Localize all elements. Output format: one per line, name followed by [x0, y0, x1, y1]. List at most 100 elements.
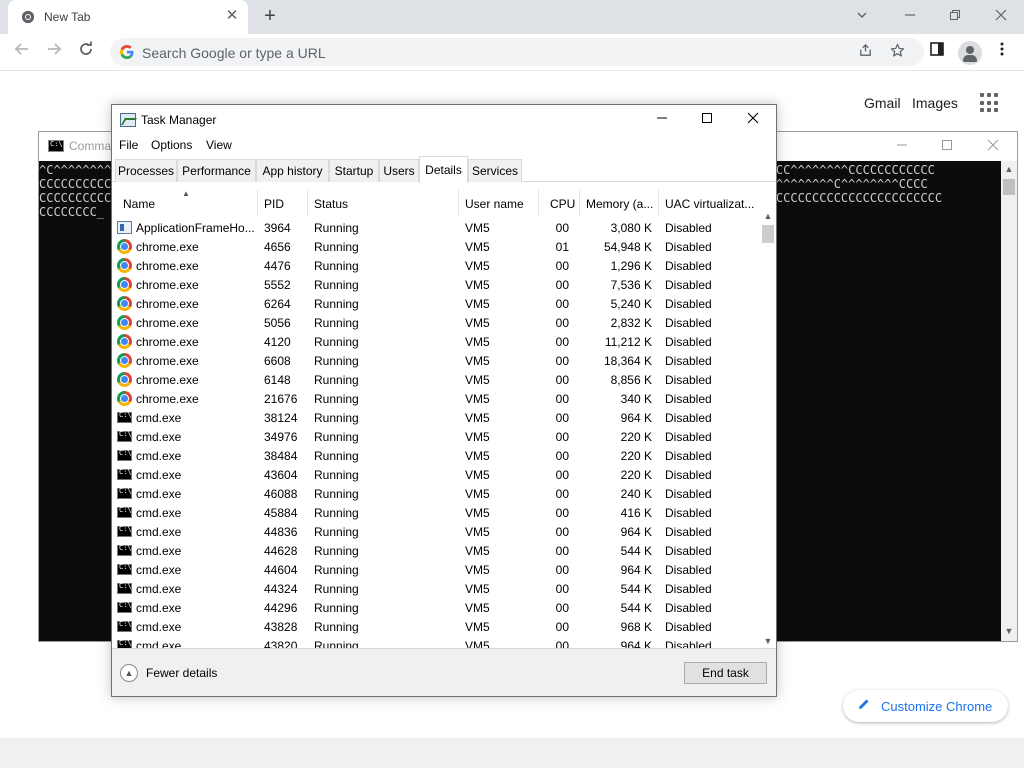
table-row[interactable]: chrome.exe 6608 Running VM5 00 18,364 K Disabl… — [112, 351, 760, 370]
fewer-details-link[interactable]: Fewer details — [146, 666, 217, 680]
table-row[interactable]: chrome.exe 4476 Running VM5 00 1,296 K Disable… — [112, 256, 760, 275]
table-row[interactable]: cmd.exe 38484 Running VM5 00 220 K Disabled — [112, 446, 760, 465]
table-row[interactable]: chrome.exe 5552 Running VM5 00 7,536 K Disable… — [112, 275, 760, 294]
close-icon[interactable] — [991, 6, 1011, 26]
table-row[interactable]: cmd.exe 44628 Running VM5 00 544 K Disabled — [112, 541, 760, 560]
column-status[interactable]: Status — [314, 197, 454, 211]
cmd-scrollbar[interactable]: ▲ ▼ — [1001, 161, 1017, 641]
omnibox-placeholder[interactable]: Search Google or type a URL — [142, 45, 326, 61]
column-name[interactable]: Name — [123, 197, 253, 211]
tm-scroll-thumb[interactable] — [762, 225, 774, 243]
column-memory[interactable]: Memory (a... — [586, 197, 658, 211]
tab-processes[interactable]: Processes — [115, 159, 177, 182]
back-icon[interactable] — [11, 41, 33, 63]
cmd-minimize-icon[interactable] — [892, 136, 912, 156]
cell-status: Running — [314, 335, 359, 349]
cell-cpu: 00 — [555, 449, 569, 463]
menu-file[interactable]: File — [119, 138, 138, 152]
tab-services[interactable]: Services — [468, 159, 522, 182]
column-user-name[interactable]: User name — [465, 197, 535, 211]
column-divider[interactable] — [579, 190, 580, 216]
tab-close-icon[interactable]: ✕ — [224, 8, 240, 24]
share-icon[interactable] — [856, 43, 874, 61]
tab-details[interactable]: Details — [419, 156, 468, 183]
tm-close-icon[interactable] — [742, 110, 764, 130]
scroll-up-arrow-icon[interactable]: ▲ — [1001, 161, 1017, 178]
tm-maximize-icon[interactable] — [696, 110, 718, 130]
cell-status: Running — [314, 506, 359, 520]
table-row[interactable]: cmd.exe 44324 Running VM5 00 544 K Disabled — [112, 579, 760, 598]
table-row[interactable]: chrome.exe 6264 Running VM5 00 5,240 K Disable… — [112, 294, 760, 313]
task-manager-window[interactable]: Task Manager File Options View Processes… — [111, 104, 777, 697]
cell-memory: 964 K — [620, 639, 652, 648]
table-row[interactable]: chrome.exe 5056 Running VM5 00 2,832 K Disable… — [112, 313, 760, 332]
table-row[interactable]: chrome.exe 4656 Running VM5 01 54,948 K Disabl… — [112, 237, 760, 256]
table-row[interactable]: cmd.exe 43820 Running VM5 00 964 K Disabled — [112, 636, 760, 648]
end-task-button[interactable]: End task — [684, 662, 767, 684]
tm-titlebar[interactable]: Task Manager — [112, 105, 776, 135]
table-row[interactable]: cmd.exe 38124 Running VM5 00 964 K Disabled — [112, 408, 760, 427]
column-uac-virtualization[interactable]: UAC virtualizat... — [665, 197, 759, 211]
tab-search-chevron-icon[interactable] — [852, 6, 872, 26]
cell-name: cmd.exe — [136, 506, 182, 520]
table-row[interactable]: cmd.exe 34976 Running VM5 00 220 K Disabled — [112, 427, 760, 446]
restore-icon[interactable] — [945, 6, 965, 26]
cmd-icon — [48, 140, 64, 152]
minimize-icon[interactable] — [900, 6, 920, 26]
menu-view[interactable]: View — [206, 138, 232, 152]
table-row[interactable]: chrome.exe 21676 Running VM5 00 340 K Disabled — [112, 389, 760, 408]
table-row[interactable]: cmd.exe 45884 Running VM5 00 416 K Disabled — [112, 503, 760, 522]
table-row[interactable]: cmd.exe 44604 Running VM5 00 964 K Disabled — [112, 560, 760, 579]
new-tab-button[interactable]: + — [260, 6, 280, 26]
cell-uac: Disabled — [665, 449, 712, 463]
cell-cpu: 00 — [555, 392, 569, 406]
cmd-close-icon[interactable] — [983, 136, 1003, 156]
cell-memory: 240 K — [620, 487, 652, 501]
scroll-down-arrow-icon[interactable]: ▼ — [760, 633, 776, 649]
tab-new-tab[interactable]: New Tab ✕ — [8, 0, 248, 34]
google-apps-icon[interactable] — [980, 93, 1000, 113]
side-panel-icon[interactable] — [926, 41, 948, 63]
cell-pid: 4120 — [264, 335, 291, 349]
table-row[interactable]: ApplicationFrameHo... 3964 Running VM5 00 3,0… — [112, 218, 760, 237]
column-divider[interactable] — [658, 190, 659, 216]
scroll-up-arrow-icon[interactable]: ▲ — [760, 208, 776, 224]
reload-icon[interactable] — [75, 41, 97, 63]
profile-avatar-icon[interactable] — [958, 41, 982, 65]
table-row[interactable]: cmd.exe 46088 Running VM5 00 240 K Disabled — [112, 484, 760, 503]
omnibox[interactable]: Search Google or type a URL — [110, 38, 924, 66]
bookmark-star-icon[interactable] — [888, 43, 906, 61]
column-pid[interactable]: PID — [264, 197, 304, 211]
tm-scrollbar[interactable]: ▲ ▼ — [760, 208, 776, 649]
table-row[interactable]: cmd.exe 43604 Running VM5 00 220 K Disabled — [112, 465, 760, 484]
scroll-down-arrow-icon[interactable]: ▼ — [1001, 623, 1017, 640]
tab-users[interactable]: Users — [379, 159, 419, 182]
cmd-maximize-icon[interactable] — [937, 136, 957, 156]
chevron-up-icon[interactable]: ▲ — [120, 664, 138, 682]
process-list[interactable]: ApplicationFrameHo... 3964 Running VM5 00 3,0… — [112, 218, 760, 648]
column-divider[interactable] — [458, 190, 459, 216]
cell-uac: Disabled — [665, 525, 712, 539]
tab-performance[interactable]: Performance — [177, 159, 256, 182]
customize-chrome-button[interactable]: Customize Chrome — [843, 690, 1008, 722]
tab-app-history[interactable]: App history — [256, 159, 329, 182]
column-cpu[interactable]: CPU — [550, 197, 580, 211]
forward-icon[interactable] — [43, 41, 65, 63]
column-divider[interactable] — [307, 190, 308, 216]
cmd-scroll-thumb[interactable] — [1003, 179, 1015, 195]
images-link[interactable]: Images — [912, 95, 958, 111]
gmail-link[interactable]: Gmail — [864, 95, 901, 111]
menu-options[interactable]: Options — [151, 138, 192, 152]
cell-memory: 5,240 K — [610, 297, 652, 311]
table-row[interactable]: chrome.exe 6148 Running VM5 00 8,856 K Disable… — [112, 370, 760, 389]
cell-cpu: 00 — [555, 601, 569, 615]
table-row[interactable]: cmd.exe 43828 Running VM5 00 968 K Disabled — [112, 617, 760, 636]
tab-startup[interactable]: Startup — [329, 159, 379, 182]
column-divider[interactable] — [538, 190, 539, 216]
table-row[interactable]: cmd.exe 44296 Running VM5 00 544 K Disabled — [112, 598, 760, 617]
table-row[interactable]: chrome.exe 4120 Running VM5 00 11,212 K Disabl… — [112, 332, 760, 351]
menu-dots-icon[interactable] — [991, 41, 1013, 63]
tm-minimize-icon[interactable] — [651, 110, 673, 130]
table-row[interactable]: cmd.exe 44836 Running VM5 00 964 K Disabled — [112, 522, 760, 541]
column-divider[interactable] — [257, 190, 258, 216]
